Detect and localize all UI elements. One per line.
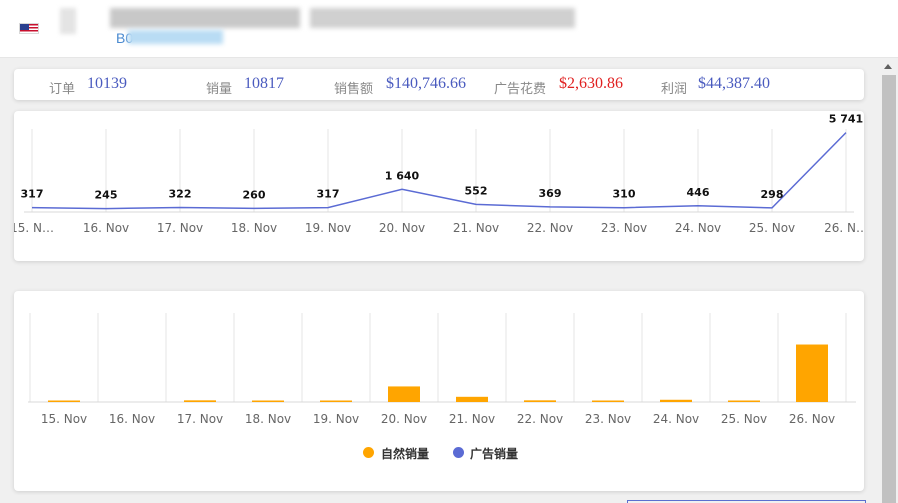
organic-legend-dot — [363, 447, 374, 458]
organic-sales-bar — [48, 400, 80, 402]
x-tick-label: 21. Nov — [453, 221, 499, 235]
x-tick-label: 22. Nov — [517, 412, 563, 426]
x-tick-label: 16. Nov — [109, 412, 155, 426]
orders-label: 订单 — [49, 82, 76, 97]
data-label: 322 — [169, 188, 192, 201]
x-tick-label: 23. Nov — [585, 412, 631, 426]
units-value: 10817 — [244, 75, 284, 92]
organic-sales-bar — [320, 400, 352, 402]
organic-sales-bar — [796, 344, 828, 402]
top-header: B0 — [0, 0, 898, 58]
x-tick-label: 20. Nov — [381, 412, 427, 426]
x-tick-label: 18. Nov — [231, 221, 277, 235]
product-title-redacted-2 — [310, 8, 575, 28]
x-tick-label: 15. N… — [14, 221, 54, 235]
x-tick-label: 22. Nov — [527, 221, 573, 235]
data-label: 5 741 — [829, 113, 863, 126]
organic-sales-bar — [728, 400, 760, 402]
organic-sales-bar — [456, 396, 488, 402]
legend-organic-sales[interactable]: 自然销量 — [381, 445, 429, 462]
sales-line-chart: 317 245 322 260 317 1 640 552 369 310 446 298 5 741… — [10, 113, 868, 235]
data-label: 1 640 — [385, 169, 420, 182]
legend-ad-sales[interactable]: 广告销量 — [470, 445, 518, 462]
orders-value: 10139 — [87, 75, 127, 92]
data-label: 298 — [761, 188, 784, 201]
x-tick-label: 21. Nov — [449, 412, 495, 426]
organic-sales-bar — [252, 400, 284, 402]
units-label: 销量 — [206, 82, 233, 97]
scrollbar-thumb[interactable] — [882, 75, 896, 503]
x-tick-label: 26. Nov — [789, 412, 835, 426]
chart-legend: 自然销量 广告销量 — [14, 445, 864, 461]
x-tick-label: 17. Nov — [177, 412, 223, 426]
organic-sales-bar — [184, 400, 216, 402]
x-tick-label: 16. Nov — [83, 221, 129, 235]
organic-sales-bar — [660, 399, 692, 402]
x-tick-label: 23. Nov — [601, 221, 647, 235]
data-label: 552 — [465, 184, 488, 197]
ad-spend-value: $2,630.86 — [559, 75, 623, 92]
x-tick-label: 15. Nov — [41, 412, 87, 426]
summary-stats-card: 订单 10139 销量 10817 销售额 $140,746.66 广告花费 $… — [14, 69, 864, 100]
profit-value: $44,387.40 — [698, 75, 770, 92]
product-image-redacted — [60, 8, 76, 34]
sales-label: 销售额 — [334, 82, 374, 97]
product-title-redacted — [110, 8, 300, 28]
sales-line-chart-card: 317 245 322 260 317 1 640 552 369 310 446 298 5 741… — [10, 111, 868, 261]
data-label: 317 — [317, 188, 340, 201]
series-line — [31, 132, 847, 210]
x-tick-label: 24. Nov — [675, 221, 721, 235]
asin-redacted — [128, 30, 223, 44]
data-label: 260 — [243, 188, 266, 201]
data-label: 310 — [613, 188, 636, 201]
x-tick-label: 26. N… — [824, 221, 864, 235]
us-flag-icon — [19, 23, 39, 34]
data-label: 369 — [539, 187, 562, 200]
organic-ad-sales-bar-chart: 15. Nov 16. Nov 17. Nov 18. Nov 19. Nov 20. N… — [28, 313, 856, 426]
x-tick-label: 24. Nov — [653, 412, 699, 426]
x-tick-label: 17. Nov — [157, 221, 203, 235]
organic-sales-bar — [592, 400, 624, 402]
data-label: 446 — [687, 186, 710, 199]
x-tick-label: 25. Nov — [721, 412, 767, 426]
organic-ad-sales-chart-card: 15. Nov 16. Nov 17. Nov 18. Nov 19. Nov 20. N… — [14, 291, 864, 491]
organic-sales-bar — [388, 386, 420, 402]
x-tick-label: 25. Nov — [749, 221, 795, 235]
sales-value: $140,746.66 — [386, 75, 466, 92]
data-label: 317 — [21, 188, 44, 201]
profit-label: 利润 — [661, 82, 688, 97]
x-tick-label: 19. Nov — [313, 412, 359, 426]
ads-legend-dot — [453, 447, 464, 458]
data-label: 245 — [95, 189, 118, 202]
ad-spend-label: 广告花费 — [494, 82, 547, 97]
organic-sales-bar — [524, 400, 556, 402]
x-tick-label: 19. Nov — [305, 221, 351, 235]
x-tick-label: 20. Nov — [379, 221, 425, 235]
scroll-up-arrow-icon[interactable] — [884, 64, 892, 69]
x-tick-label: 18. Nov — [245, 412, 291, 426]
